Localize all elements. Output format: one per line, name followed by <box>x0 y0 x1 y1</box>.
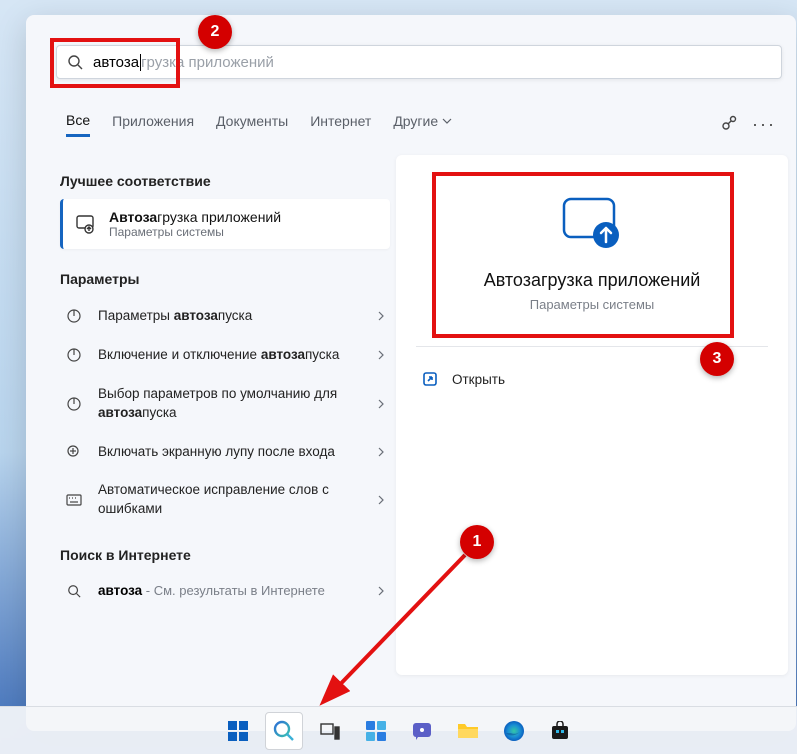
settings-item[interactable]: Выбор параметров по умолчанию для автоза… <box>60 375 390 433</box>
search-icon <box>273 720 295 742</box>
web-search-label: автоза - См. результаты в Интернете <box>98 583 325 598</box>
step-marker-3: 3 <box>700 342 734 376</box>
keyboard-icon <box>66 494 82 506</box>
chevron-down-icon <box>442 116 452 126</box>
settings-item-label: Выбор параметров по умолчанию для автоза… <box>98 385 362 423</box>
chevron-right-icon <box>376 311 386 321</box>
settings-item[interactable]: Включать экранную лупу после входа <box>60 433 390 472</box>
taskbar-chat[interactable] <box>403 712 441 750</box>
best-match-subtitle: Параметры системы <box>109 225 281 239</box>
step-marker-2: 2 <box>198 15 232 49</box>
taskbar-widgets[interactable] <box>357 712 395 750</box>
open-icon <box>422 371 438 387</box>
settings-item[interactable]: Включение и отключение автозапуска <box>60 336 390 375</box>
best-match-title: Автозагрузка приложений <box>109 209 281 225</box>
taskbar-search[interactable] <box>265 712 303 750</box>
chevron-right-icon <box>376 350 386 360</box>
power-icon <box>66 308 82 324</box>
step-marker-1: 1 <box>460 525 494 559</box>
chevron-right-icon <box>376 447 386 457</box>
filter-tabs: Все Приложения Документы Интернет Другие… <box>66 107 776 141</box>
open-label: Открыть <box>452 372 505 387</box>
settings-item[interactable]: Автоматическое исправление слов с ошибка… <box>60 471 390 529</box>
detail-title: Автозагрузка приложений <box>422 270 762 291</box>
search-bar[interactable]: автозагрузка приложений <box>56 45 782 79</box>
tab-apps[interactable]: Приложения <box>112 113 194 135</box>
power-icon <box>66 347 82 363</box>
widgets-icon <box>365 720 387 742</box>
taskbar-explorer[interactable] <box>449 712 487 750</box>
taskbar-edge[interactable] <box>495 712 533 750</box>
tab-docs[interactable]: Документы <box>216 113 288 135</box>
search-icon <box>67 54 83 70</box>
power-icon <box>66 396 82 412</box>
magnifier-icon <box>66 444 82 460</box>
section-best-match: Лучшее соответствие <box>60 173 390 189</box>
settings-item-label: Включать экранную лупу после входа <box>98 443 362 462</box>
folder-icon <box>457 721 479 741</box>
taskbar-store[interactable] <box>541 712 579 750</box>
tab-other[interactable]: Другие <box>393 113 452 135</box>
detail-header: Автозагрузка приложений Параметры систем… <box>412 177 772 336</box>
search-suggestion-text: грузка приложений <box>141 54 274 71</box>
settings-item[interactable]: Параметры автозапуска <box>60 297 390 336</box>
settings-list: Параметры автозапуска Включение и отключ… <box>60 297 390 529</box>
chat-icon <box>411 720 433 742</box>
startup-large-icon <box>558 195 626 251</box>
startup-app-icon <box>75 213 97 235</box>
chevron-right-icon <box>376 495 386 505</box>
taskbar-start[interactable] <box>219 712 257 750</box>
best-match-item[interactable]: Автозагрузка приложений Параметры систем… <box>60 199 390 249</box>
detail-subtitle: Параметры системы <box>422 297 762 312</box>
search-typed-text: автоза <box>93 54 141 71</box>
section-parameters: Параметры <box>60 271 390 287</box>
tab-web[interactable]: Интернет <box>310 113 371 135</box>
windows-icon <box>227 720 249 742</box>
taskview-icon <box>320 721 340 741</box>
chevron-right-icon <box>376 399 386 409</box>
store-icon <box>550 721 570 741</box>
more-icon[interactable]: ··· <box>752 114 776 135</box>
search-icon <box>67 584 81 598</box>
settings-item-label: Параметры автозапуска <box>98 307 362 326</box>
connect-icon[interactable] <box>720 114 738 135</box>
taskbar-taskview[interactable] <box>311 712 349 750</box>
settings-item-label: Включение и отключение автозапуска <box>98 346 362 365</box>
results-left-panel: Лучшее соответствие Автозагрузка приложе… <box>60 165 390 608</box>
tab-other-label: Другие <box>393 113 438 129</box>
edge-icon <box>503 720 525 742</box>
tab-all[interactable]: Все <box>66 112 90 137</box>
settings-item-label: Автоматическое исправление слов с ошибка… <box>98 481 362 519</box>
annotation-arrow <box>310 545 480 715</box>
